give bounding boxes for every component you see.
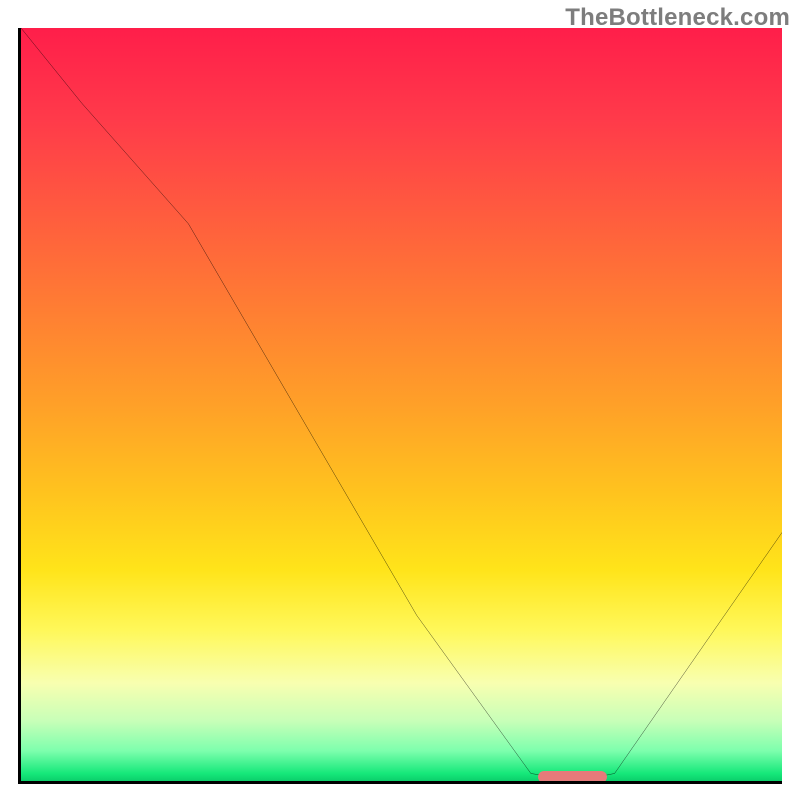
optimum-marker (538, 771, 606, 783)
plot-area (18, 28, 782, 784)
chart-stage: TheBottleneck.com (0, 0, 800, 800)
bottleneck-curve (21, 28, 782, 781)
curve-path (21, 28, 782, 781)
